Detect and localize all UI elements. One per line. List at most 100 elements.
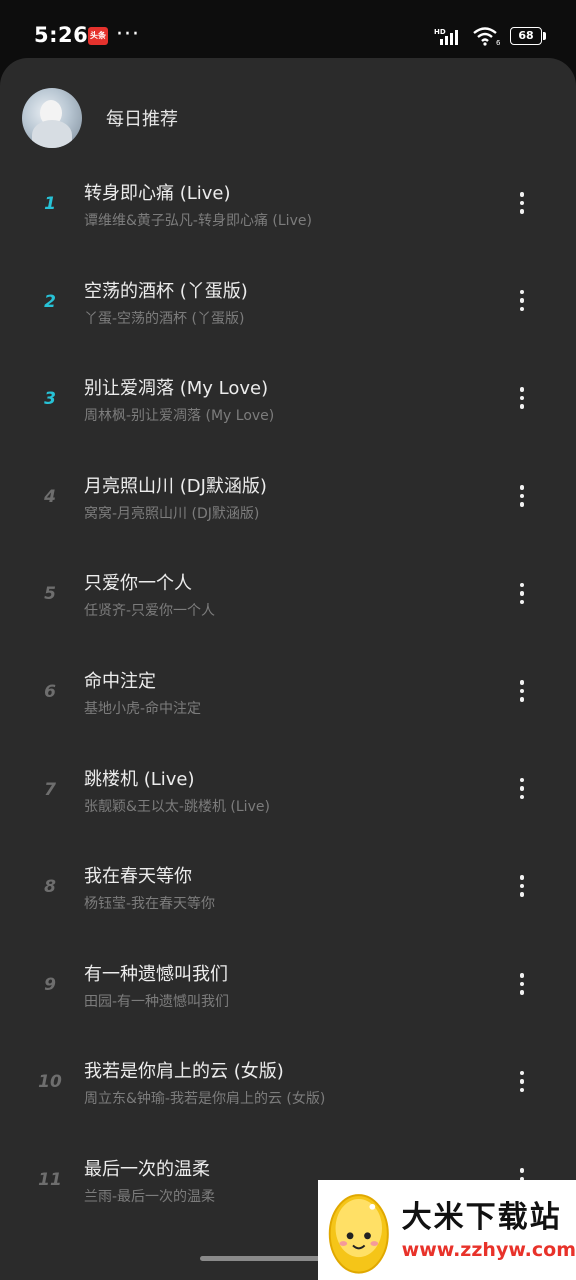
song-artist-album: 窝窝-月亮照山川 (DJ默涵版)	[84, 505, 260, 522]
song-rank: 2	[44, 291, 56, 312]
more-options-icon[interactable]	[508, 188, 536, 218]
song-title: 月亮照山川 (DJ默涵版)	[84, 475, 267, 497]
song-artist-album: 任贤齐-只爱你一个人	[84, 603, 216, 620]
battery-icon: 68	[510, 27, 546, 45]
more-options-icon[interactable]	[508, 1066, 536, 1096]
song-title: 命中注定	[84, 670, 156, 692]
more-dot	[519, 777, 525, 783]
more-options-icon[interactable]	[508, 774, 536, 804]
song-row[interactable]: 9 有一种遗憾叫我们田园-有一种遗憾叫我们	[0, 937, 576, 1035]
more-dot	[519, 200, 525, 206]
song-artist-album: 张靓颖&王以太-跳楼机 (Live)	[84, 798, 270, 815]
song-rank: 4	[44, 486, 56, 507]
more-dot	[519, 289, 525, 295]
status-bar: 5:26 头条 ··· HD 6 68	[0, 0, 576, 62]
more-dot	[519, 981, 525, 986]
song-rank: 1	[44, 194, 56, 214]
watermark-url: www.zzhyw.com	[401, 1239, 576, 1261]
more-dot	[519, 794, 525, 800]
song-artist-album: 谭维维&黄子弘凡-转身即心痛 (Live)	[84, 213, 312, 229]
song-list: 1 转身即心痛 (Live) 谭维维&黄子弘凡-转身即心痛 (Live) 2 空荡的酒杯…	[0, 156, 576, 1230]
more-dot	[519, 1168, 525, 1173]
song-artist-album: 兰雨-最后一次的温柔	[84, 1188, 216, 1205]
song-row[interactable]: 8 我在春天等你杨钰莹-我在春天等你	[0, 839, 576, 937]
more-dot	[519, 1079, 525, 1084]
song-row[interactable]: 1 转身即心痛 (Live) 谭维维&黄子弘凡-转身即心痛 (Live)	[0, 156, 576, 254]
more-options-icon[interactable]	[508, 676, 536, 706]
song-title: 有一种遗憾叫我们	[84, 963, 228, 985]
more-dot	[519, 387, 525, 392]
song-title: 转身即心痛 (Live)	[84, 183, 231, 204]
more-options-icon[interactable]	[508, 383, 536, 413]
status-icons: HD 6 68	[434, 26, 546, 46]
song-title: 别让爱凋落 (My Love)	[84, 378, 269, 400]
song-rank: 10	[38, 1072, 62, 1093]
more-dot	[519, 973, 525, 978]
song-rank: 8	[44, 877, 56, 898]
more-dot	[519, 1070, 525, 1076]
more-dot	[519, 582, 525, 588]
song-artist-album: 丫蛋-空荡的酒杯 (丫蛋版)	[84, 310, 245, 327]
song-rank: 11	[38, 1169, 62, 1190]
more-options-icon[interactable]	[508, 578, 536, 608]
more-dot	[519, 209, 525, 214]
song-title: 只爱你一个人	[84, 573, 192, 595]
more-dot	[519, 599, 525, 605]
song-rank: 3	[44, 389, 56, 410]
watermark-logo: 大米下载站 www.zzhyw.com	[318, 1180, 576, 1280]
more-dot	[519, 591, 525, 596]
playlist-title: 每日推荐	[106, 109, 178, 130]
song-row[interactable]: 6 命中注定基地小虎-命中注定	[0, 644, 576, 742]
more-dot	[519, 875, 525, 880]
song-row[interactable]: 4 月亮照山川 (DJ默涵版) 窝窝-月亮照山川 (DJ默涵版)	[0, 449, 576, 547]
status-time: 5:26	[34, 23, 89, 47]
song-rank: 6	[44, 681, 56, 702]
song-title: 跳楼机 (Live)	[84, 768, 195, 790]
song-artist-album: 杨钰莹-我在春天等你	[84, 896, 216, 913]
more-dot	[519, 990, 525, 995]
more-dot	[519, 786, 525, 791]
more-options-icon[interactable]	[508, 969, 536, 999]
song-row[interactable]: 3 别让爱凋落 (My Love) 周林枫-别让爱凋落 (My Love)	[0, 351, 576, 449]
song-title: 空荡的酒杯 (丫蛋版)	[84, 280, 248, 302]
song-rank: 7	[44, 779, 56, 800]
more-notifications-icon: ···	[116, 22, 140, 47]
wifi-sub-label: 6	[496, 39, 501, 46]
home-indicator[interactable]	[200, 1256, 330, 1261]
more-dot	[519, 680, 525, 685]
more-dot	[519, 493, 525, 499]
song-artist-album: 周林枫-别让爱凋落 (My Love)	[84, 408, 275, 425]
more-dot	[519, 1087, 525, 1093]
song-title: 我在春天等你	[84, 866, 192, 888]
more-dot	[519, 306, 525, 312]
watermark-text: 大米下载站 www.zzhyw.com	[402, 1198, 576, 1262]
playlist-avatar	[22, 88, 82, 148]
song-artist-album: 基地小虎-命中注定	[84, 700, 202, 717]
more-options-icon[interactable]	[508, 286, 536, 316]
song-title: 我若是你肩上的云 (女版)	[84, 1061, 284, 1083]
more-dot	[519, 502, 525, 507]
song-artist-album: 田园-有一种遗憾叫我们	[84, 993, 230, 1010]
more-dot	[519, 192, 525, 197]
more-dot	[519, 485, 525, 490]
toutiao-app-icon: 头条	[88, 27, 108, 45]
song-row[interactable]: 10 我若是你肩上的云 (女版) 周立东&钟瑜-我若是你肩上的云 (女版)	[0, 1034, 576, 1132]
wifi-icon: 6	[473, 27, 501, 46]
more-options-icon[interactable]	[508, 871, 536, 901]
song-row[interactable]: 5 只爱你一个人任贤齐-只爱你一个人	[0, 546, 576, 644]
more-dot	[519, 298, 525, 303]
song-row[interactable]: 7 跳楼机 (Live) 张靓颖&王以太-跳楼机 (Live)	[0, 742, 576, 840]
playlist-header[interactable]: 每日推荐	[22, 88, 178, 148]
hd-label: HD	[434, 28, 446, 36]
more-dot	[519, 892, 525, 897]
song-rank: 5	[44, 584, 56, 605]
cellular-signal-icon: HD	[434, 28, 458, 45]
daily-recommend-sheet: 每日推荐 1 转身即心痛 (Live) 谭维维&黄子弘凡-转身即心痛 (Live) 2…	[0, 58, 576, 1280]
more-dot	[519, 395, 525, 401]
song-title: 最后一次的温柔	[84, 1158, 210, 1180]
song-row[interactable]: 2 空荡的酒杯 (丫蛋版) 丫蛋-空荡的酒杯 (丫蛋版)	[0, 254, 576, 352]
song-rank: 9	[44, 974, 56, 995]
song-artist-album: 周立东&钟瑜-我若是你肩上的云 (女版)	[84, 1091, 326, 1108]
more-options-icon[interactable]	[508, 481, 536, 511]
more-dot	[519, 404, 525, 409]
